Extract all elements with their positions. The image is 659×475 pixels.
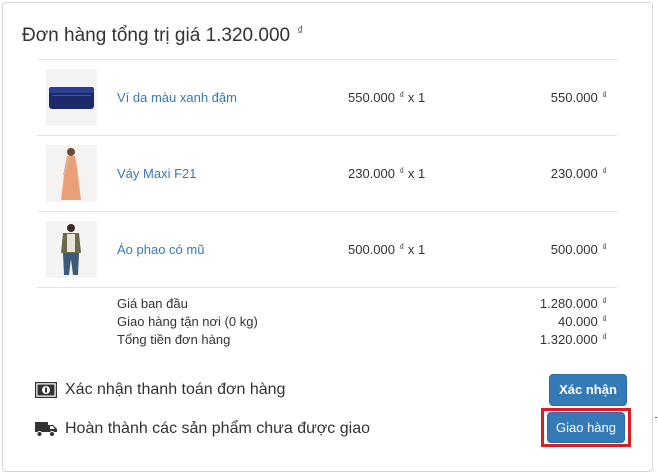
- hooded-vest-image: [46, 221, 97, 278]
- product-line-total: 550.000 ₫: [550, 90, 607, 105]
- order-items: Ví da màu xanh đậm 550.000 ₫ x 1 550.000…: [37, 59, 617, 354]
- truck-icon: [35, 421, 57, 437]
- product-price-qty: 500.000 ₫ x 1: [348, 242, 426, 257]
- summary-value: 1.280.000 ₫: [539, 296, 607, 311]
- summary-row-shipping: Giao hàng tận nơi (0 kg) 40.000 ₫: [37, 314, 617, 332]
- highlight-marker: [655, 417, 657, 418]
- product-name-link[interactable]: Ví da màu xanh đậm: [117, 90, 237, 105]
- product-name-link[interactable]: Áo phao có mũ: [117, 242, 204, 257]
- payment-confirm-text: Xác nhận thanh toán đơn hàng: [65, 381, 286, 398]
- money-icon: [35, 382, 57, 398]
- maxi-dress-image: [46, 145, 97, 202]
- order-summary: Giá ban đầu 1.280.000 ₫ Giao hàng tận nơ…: [37, 287, 617, 354]
- currency-symbol: ₫: [297, 25, 304, 37]
- product-price-qty: 230.000 ₫ x 1: [348, 166, 426, 181]
- product-name-link[interactable]: Váy Maxi F21: [117, 166, 196, 181]
- summary-value: 1.320.000 ₫: [539, 332, 607, 347]
- shipping-text: Hoàn thành các sản phẩm chưa được giao: [65, 420, 370, 437]
- product-price-qty: 550.000 ₫ x 1: [348, 90, 426, 105]
- confirm-button[interactable]: Xác nhận: [549, 374, 627, 406]
- order-item-row: Váy Maxi F21 230.000 ₫ x 1 230.000 ₫: [37, 135, 617, 211]
- ship-button[interactable]: Giao hàng: [547, 412, 625, 443]
- shipping-row: Hoàn thành các sản phẩm chưa được giao: [35, 420, 370, 438]
- order-item-row: Áo phao có mũ 500.000 ₫ x 1 500.000 ₫: [37, 211, 617, 287]
- summary-row-total: Tổng tiền đơn hàng 1.320.000 ₫: [37, 332, 617, 350]
- order-title: Đơn hàng tổng trị giá 1.320.000 ₫: [22, 25, 304, 46]
- summary-label: Giao hàng tận nơi (0 kg): [117, 314, 258, 329]
- blue-wallet-image: [46, 69, 97, 126]
- summary-label: Tổng tiền đơn hàng: [117, 332, 231, 347]
- summary-value: 40.000 ₫: [557, 314, 607, 329]
- summary-row-subtotal: Giá ban đầu 1.280.000 ₫: [37, 296, 617, 314]
- product-line-total: 500.000 ₫: [550, 242, 607, 257]
- product-line-total: 230.000 ₫: [550, 166, 607, 181]
- summary-label: Giá ban đầu: [117, 296, 188, 311]
- order-item-row: Ví da màu xanh đậm 550.000 ₫ x 1 550.000…: [37, 59, 617, 135]
- payment-confirm-row: Xác nhận thanh toán đơn hàng: [35, 381, 285, 399]
